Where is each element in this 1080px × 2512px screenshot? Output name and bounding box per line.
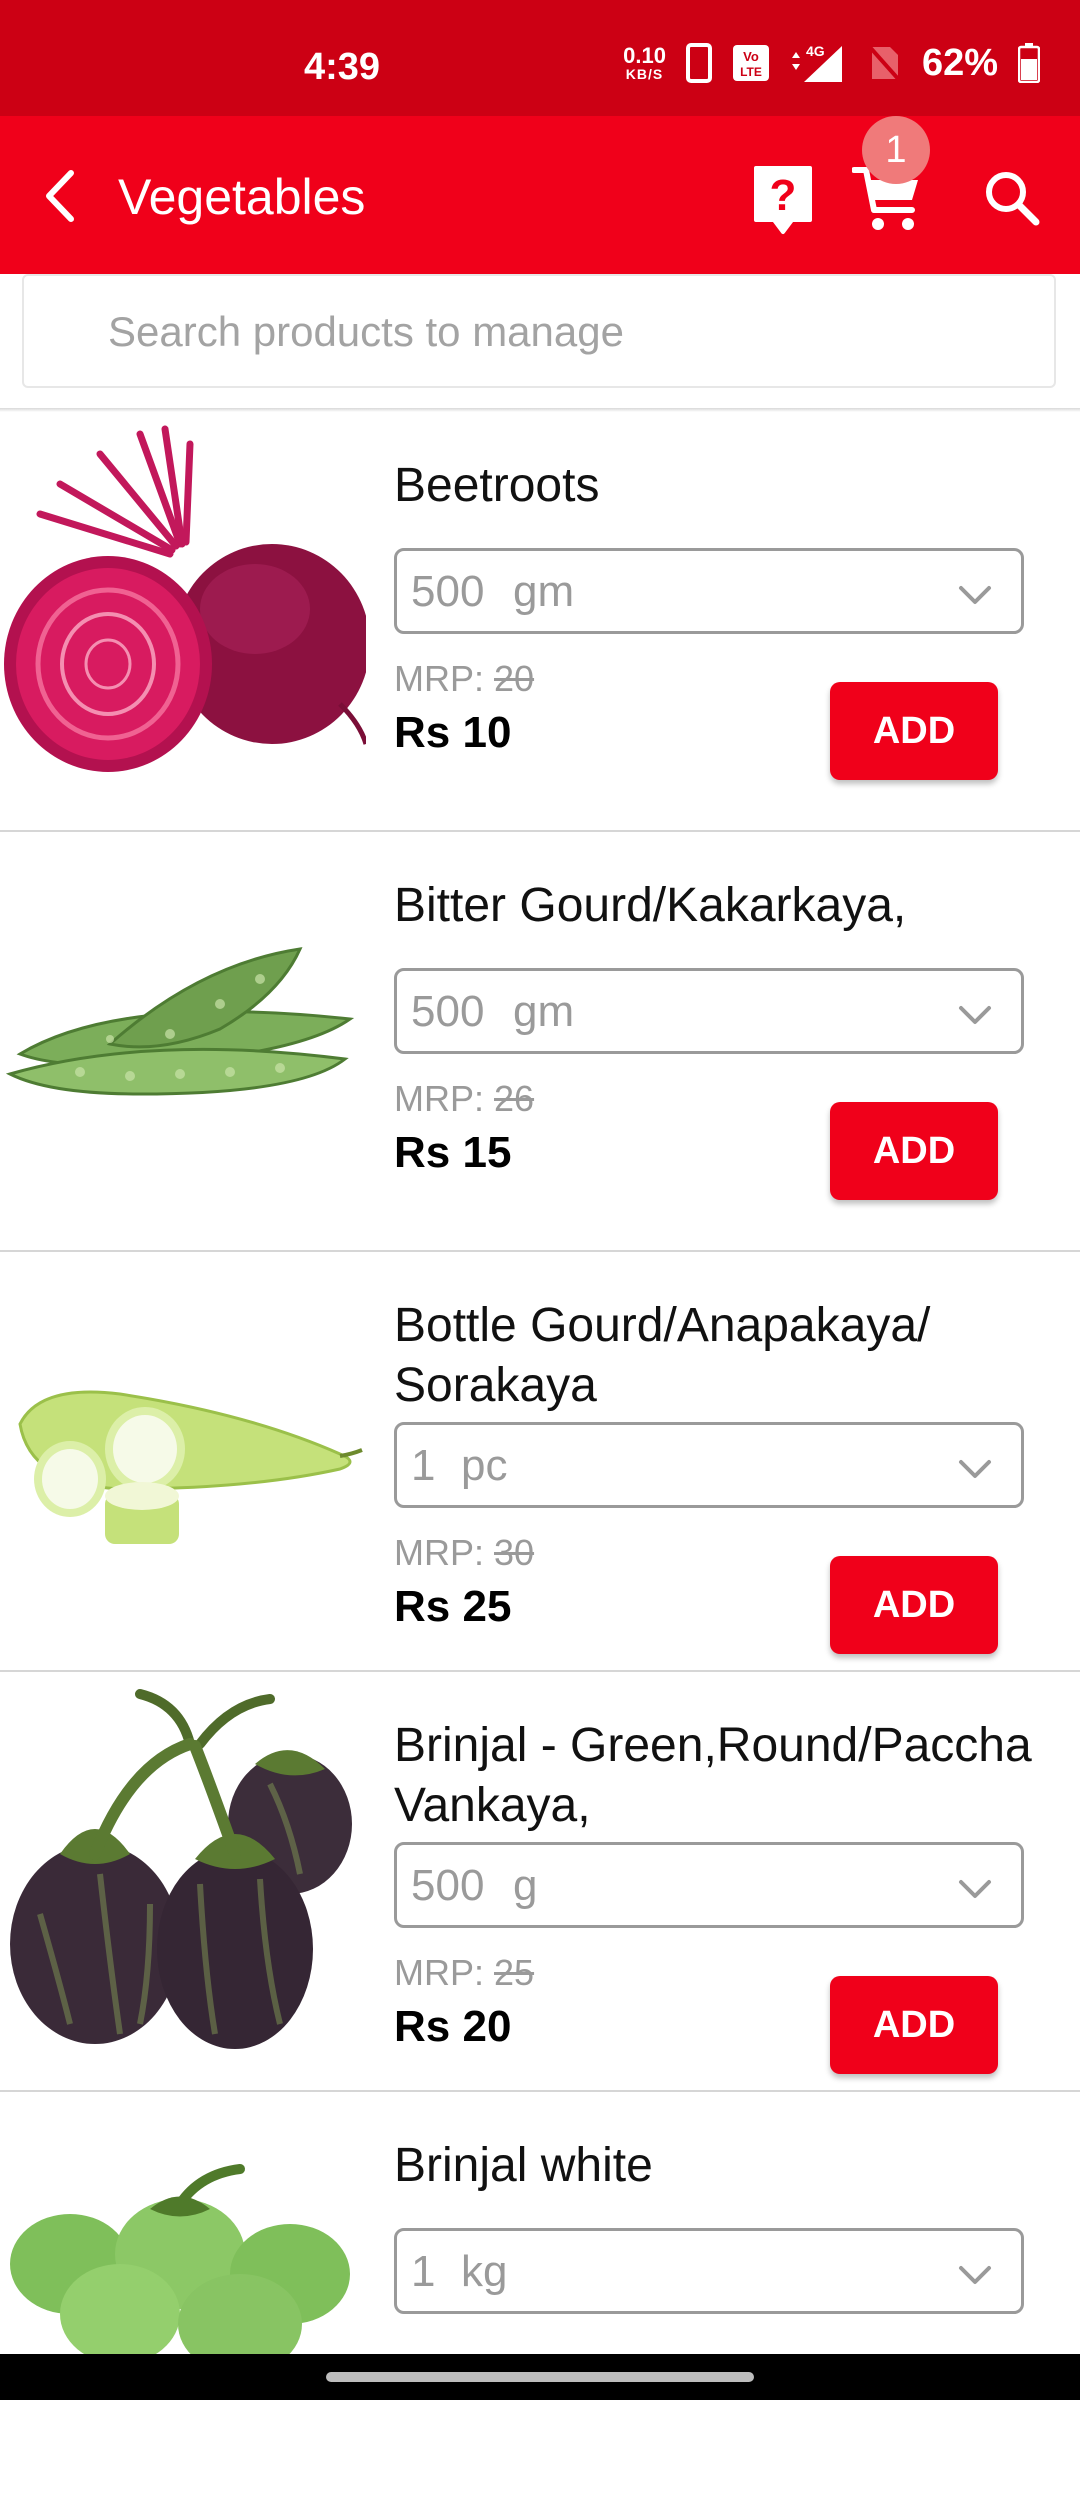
status-time: 4:39 xyxy=(304,46,381,88)
product-item-brinjal-white: Brinjal white 1 kg xyxy=(0,2092,1080,2512)
price-text: Rs 20 xyxy=(394,2002,512,2051)
quantity-select[interactable]: 1 kg xyxy=(394,2228,1024,2314)
bitter-gourd-image xyxy=(0,844,366,1218)
mrp-text: MRP: 20 xyxy=(394,658,534,700)
price-text: Rs 25 xyxy=(394,1582,512,1631)
quantity-unit: gm xyxy=(513,567,575,616)
product-item-brinjal-green: Brinjal - Green,Round/Paccha Vankaya, 50… xyxy=(0,1672,1080,2092)
price-text: Rs 10 xyxy=(394,708,512,757)
mrp-value: 26 xyxy=(494,1078,535,1119)
mrp-value: 30 xyxy=(494,1532,535,1573)
add-button[interactable]: ADD xyxy=(830,1556,998,1654)
quantity-value: 1 xyxy=(411,2247,436,2296)
svg-text:?: ? xyxy=(770,171,797,220)
quantity-value: 1 xyxy=(411,1441,436,1490)
product-item-bitter-gourd: Bitter Gourd/Kakarkaya, 500 gm MRP: 26 R… xyxy=(0,832,1080,1252)
help-icon: ? xyxy=(754,166,812,234)
search-bar xyxy=(22,274,1056,388)
add-button[interactable]: ADD xyxy=(830,682,998,780)
mrp-text: MRP: 25 xyxy=(394,1952,534,1994)
chevron-down-icon xyxy=(959,586,991,604)
quantity-value: 500 xyxy=(411,567,485,616)
help-button[interactable]: ? xyxy=(752,164,814,236)
add-button[interactable]: ADD xyxy=(830,1102,998,1200)
mrp-value: 20 xyxy=(494,658,535,699)
quantity-unit: pc xyxy=(461,1441,508,1490)
product-name: Brinjal white xyxy=(394,2139,653,2192)
beetroot-image xyxy=(0,424,366,798)
chevron-down-icon xyxy=(959,2266,991,2284)
product-name: Bitter Gourd/Kakarkaya, xyxy=(394,879,907,932)
chevron-down-icon xyxy=(959,1880,991,1898)
quantity-select[interactable]: 500 gm xyxy=(394,968,1024,1054)
phone-icon xyxy=(685,43,712,83)
quantity-value: 500 xyxy=(411,1861,485,1910)
back-button[interactable] xyxy=(36,166,84,226)
mrp-text: MRP: 26 xyxy=(394,1078,534,1120)
signal-4g-icon: 4G xyxy=(791,43,842,82)
mrp-label: MRP: xyxy=(394,1532,495,1573)
quantity-unit: kg xyxy=(461,2247,508,2296)
quantity-unit: g xyxy=(513,1861,538,1910)
product-item-beetroots: Beetroots 500 gm MRP: 20 Rs 10 ADD xyxy=(0,412,1080,832)
svg-text:4G: 4G xyxy=(806,43,825,59)
cart-count-badge: 1 xyxy=(862,116,930,184)
product-name: Brinjal - Green,Round/Paccha Vankaya, xyxy=(394,1719,1032,1832)
brinjal-white-image xyxy=(0,2114,366,2488)
status-bar: 4:39 0.10 KB/S Vo LTE 4G 62% xyxy=(0,0,1080,116)
status-icons: 0.10 KB/S Vo LTE 4G 62% xyxy=(623,38,1040,88)
product-name: Bottle Gourd/Anapakaya/ Sorakaya xyxy=(394,1299,931,1412)
search-icon xyxy=(986,172,1040,226)
mrp-label: MRP: xyxy=(394,1952,495,1993)
mrp-label: MRP: xyxy=(394,658,495,699)
svg-text:Vo: Vo xyxy=(743,49,759,64)
product-list: Beetroots 500 gm MRP: 20 Rs 10 ADD Bitte… xyxy=(0,412,1080,2512)
home-gesture-handle[interactable] xyxy=(326,2372,754,2382)
quantity-unit: gm xyxy=(513,987,575,1036)
bottle-gourd-image xyxy=(0,1264,366,1638)
search-input[interactable] xyxy=(106,276,1010,388)
chevron-down-icon xyxy=(959,1460,991,1478)
quantity-select[interactable]: 500 gm xyxy=(394,548,1024,634)
quantity-select[interactable]: 500 g xyxy=(394,1842,1024,1928)
quantity-select[interactable]: 1 pc xyxy=(394,1422,1024,1508)
page-title: Vegetables xyxy=(118,169,366,225)
mrp-label: MRP: xyxy=(394,1078,495,1119)
battery-percent: 62% xyxy=(921,41,998,84)
product-name: Beetroots xyxy=(394,459,600,512)
battery-icon xyxy=(1018,43,1040,83)
quantity-value: 500 xyxy=(411,987,485,1036)
add-button[interactable]: ADD xyxy=(830,1976,998,2074)
mrp-text: MRP: 30 xyxy=(394,1532,534,1574)
network-speed: 0.10 KB/S xyxy=(623,43,666,82)
product-item-bottle-gourd: Bottle Gourd/Anapakaya/ Sorakaya 1 pc MR… xyxy=(0,1252,1080,1672)
no-sim-icon xyxy=(866,43,902,83)
price-text: Rs 15 xyxy=(394,1128,512,1177)
mrp-value: 25 xyxy=(494,1952,535,1993)
app-bar: Vegetables ? 1 xyxy=(0,116,1080,274)
search-button[interactable] xyxy=(982,168,1042,228)
brinjal-green-image xyxy=(0,1684,366,2058)
volte-icon: VoLTE xyxy=(732,45,769,81)
chevron-down-icon xyxy=(959,1006,991,1024)
svg-text:LTE: LTE xyxy=(740,65,762,79)
back-arrow-icon xyxy=(46,170,74,222)
